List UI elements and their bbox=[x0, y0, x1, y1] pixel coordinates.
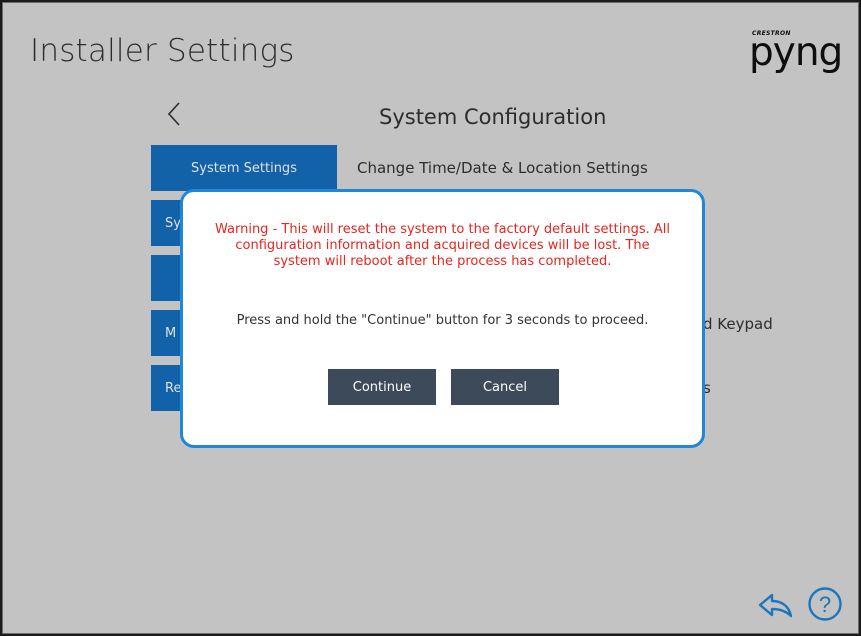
factory-reset-dialog: Warning - This will reset the system to … bbox=[180, 189, 705, 448]
warning-message: Warning - This will reset the system to … bbox=[214, 222, 670, 269]
instruction-message: Press and hold the "Continue" button for… bbox=[236, 313, 649, 328]
continue-button[interactable]: Continue bbox=[328, 369, 436, 405]
cancel-button[interactable]: Cancel bbox=[451, 369, 559, 405]
app-screen: Installer Settings CRESTRON pyng System … bbox=[2, 2, 859, 634]
